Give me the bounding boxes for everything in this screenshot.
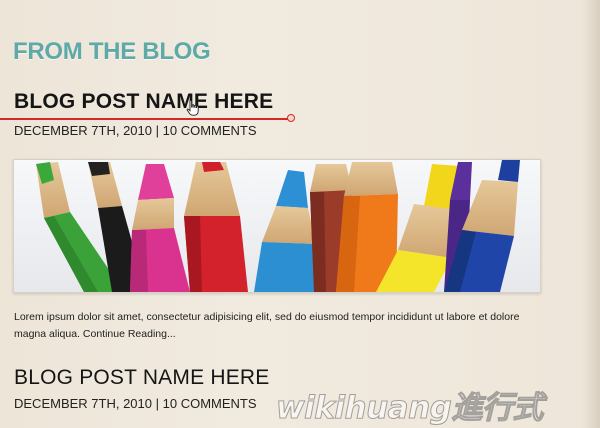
meta-separator: |	[155, 123, 160, 138]
right-edge-shade	[582, 0, 600, 428]
post-excerpt: Lorem ipsum dolor sit amet, consectetur …	[14, 309, 534, 343]
hand-pointer-icon	[186, 100, 199, 116]
post-title-link[interactable]: BLOG POST NAME HERE	[14, 90, 273, 114]
post-date: DECEMBER 7TH, 2010	[14, 123, 152, 138]
post-meta: DECEMBER 7TH, 2010 | 10 COMMENTS	[14, 396, 257, 411]
post-hero-image	[13, 159, 541, 293]
post-title-link[interactable]: BLOG POST NAME HERE	[14, 366, 269, 390]
comments-link[interactable]: 10 COMMENTS	[163, 123, 257, 138]
section-title: FROM THE BLOG	[13, 38, 211, 65]
comments-link[interactable]: 10 COMMENTS	[163, 396, 257, 411]
red-underline-annotation	[0, 118, 292, 120]
post-date: DECEMBER 7TH, 2010	[14, 396, 152, 411]
colored-pencils-photo	[14, 160, 540, 292]
blog-page: FROM THE BLOG BLOG POST NAME HERE DECEMB…	[0, 0, 600, 428]
continue-reading-link[interactable]: Continue Reading...	[83, 328, 176, 340]
meta-separator: |	[155, 396, 160, 411]
post-meta: DECEMBER 7TH, 2010 | 10 COMMENTS	[14, 123, 257, 138]
watermark-text: wikihuang進行式	[276, 390, 544, 427]
annotation-endpoint-marker	[287, 114, 295, 122]
